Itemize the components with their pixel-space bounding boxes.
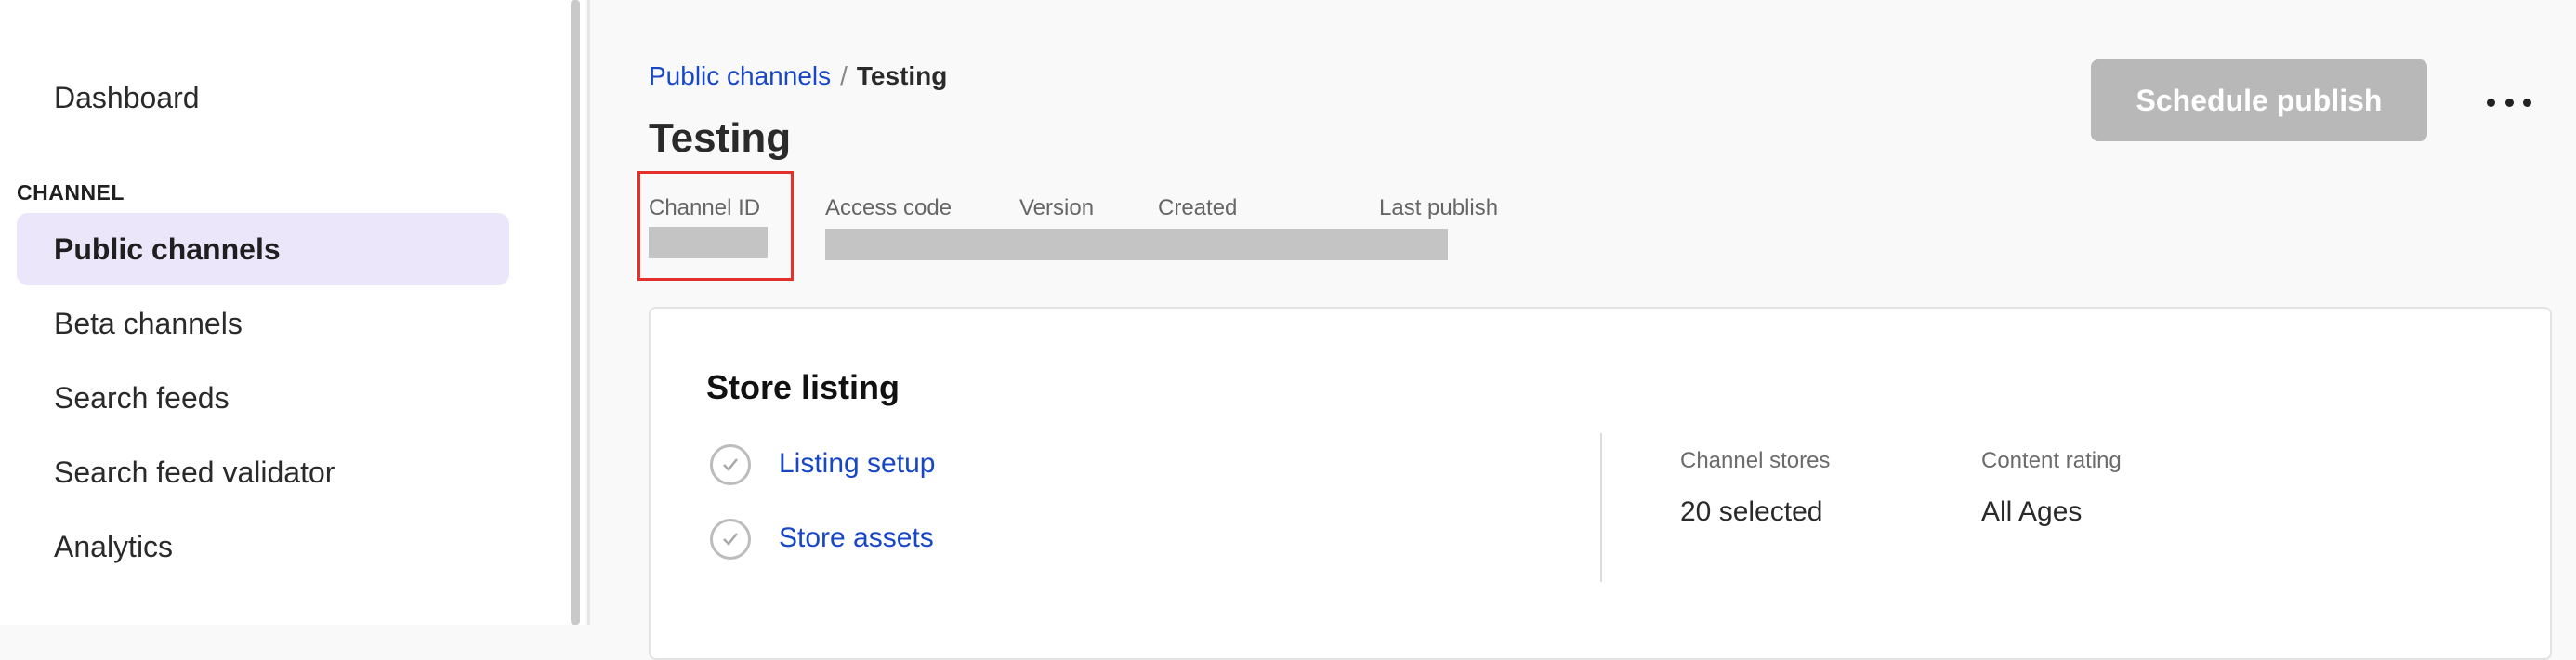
created-label: Created <box>1158 195 1238 220</box>
check-circle-icon <box>710 444 751 485</box>
breadcrumb-separator: / <box>840 61 848 90</box>
breadcrumb-current: Testing <box>856 61 948 90</box>
sidebar-item-public-channels[interactable]: Public channels <box>17 213 509 285</box>
meta-values-redacted <box>825 229 1448 260</box>
breadcrumb: Public channels / Testing <box>649 61 947 91</box>
sidebar-item-dashboard[interactable]: Dashboard <box>17 61 509 134</box>
sidebar-item-beta-channels[interactable]: Beta channels <box>17 287 509 360</box>
last-publish-label: Last publish <box>1379 195 1499 220</box>
listing-setup-link[interactable]: Listing setup <box>779 448 935 480</box>
sidebar-divider <box>587 0 590 625</box>
store-assets-link[interactable]: Store assets <box>779 522 934 554</box>
content-rating-value: All Ages <box>1981 496 2083 527</box>
scrollbar-thumb[interactable] <box>571 0 580 625</box>
content-rating-label: Content rating <box>1981 448 2122 473</box>
channel-id-highlight <box>637 171 794 281</box>
store-listing-title: Store listing <box>706 368 900 406</box>
card-divider <box>1600 433 1602 582</box>
sidebar-item-analytics[interactable]: Analytics <box>17 510 509 583</box>
more-options-icon[interactable] <box>2479 84 2539 121</box>
sidebar-item-search-feed-validator[interactable]: Search feed validator <box>17 436 509 508</box>
check-circle-icon <box>710 519 751 560</box>
schedule-publish-button[interactable]: Schedule publish <box>2091 59 2427 141</box>
page-title: Testing <box>649 115 792 161</box>
sidebar-section-channel: CHANNEL <box>17 180 125 205</box>
access-code-label: Access code <box>825 195 953 220</box>
sidebar: Dashboard CHANNEL Public channels Beta c… <box>0 0 567 625</box>
breadcrumb-link-public-channels[interactable]: Public channels <box>649 61 831 90</box>
sidebar-item-search-feeds[interactable]: Search feeds <box>17 362 509 434</box>
version-label: Version <box>1019 195 1095 220</box>
channel-stores-value: 20 selected <box>1680 496 1823 527</box>
store-listing-card: Store listing Listing setup Store assets… <box>649 307 2552 660</box>
channel-stores-label: Channel stores <box>1680 448 1831 473</box>
sidebar-scrollbar[interactable] <box>567 0 585 625</box>
